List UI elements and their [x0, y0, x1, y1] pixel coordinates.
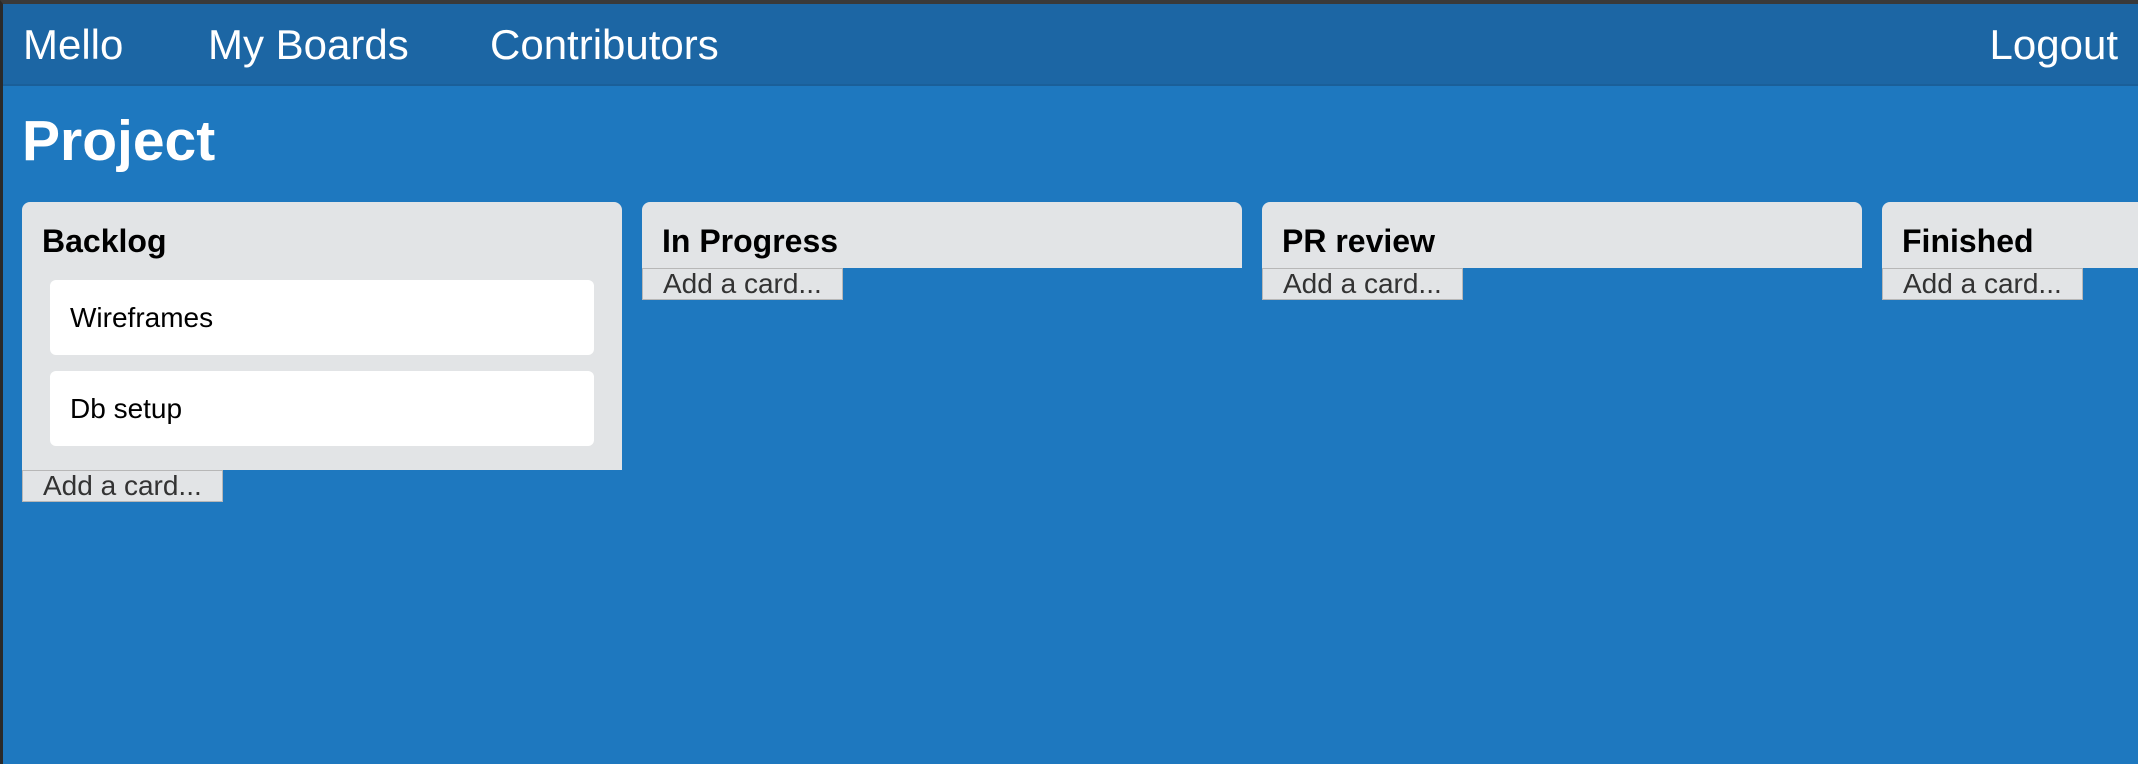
top-navbar: Mello My Boards Contributors Logout	[3, 4, 2138, 86]
card-wireframes[interactable]: Wireframes	[50, 280, 594, 355]
logout-link[interactable]: Logout	[1990, 21, 2118, 69]
add-card-button[interactable]: Add a card...	[1262, 268, 1463, 300]
list-panel: Backlog Wireframes Db setup	[22, 202, 622, 470]
app-window: Mello My Boards Contributors Logout Proj…	[0, 0, 2138, 764]
nav-link-contributors[interactable]: Contributors	[490, 21, 719, 69]
list-panel: Finished	[1882, 202, 2138, 268]
list-in-progress: In Progress Add a card...	[642, 202, 1242, 300]
add-card-button[interactable]: Add a card...	[1882, 268, 2083, 300]
brand-link[interactable]: Mello	[23, 21, 123, 69]
card-db-setup[interactable]: Db setup	[50, 371, 594, 446]
list-panel: PR review	[1262, 202, 1862, 268]
add-card-button[interactable]: Add a card...	[22, 470, 223, 502]
list-backlog: Backlog Wireframes Db setup Add a card..…	[22, 202, 622, 502]
list-title: Backlog	[42, 223, 167, 259]
add-card-button[interactable]: Add a card...	[642, 268, 843, 300]
list-finished: Finished Add a card...	[1882, 202, 2138, 300]
list-title: In Progress	[662, 223, 839, 259]
list-title: PR review	[1282, 223, 1435, 259]
nav-link-my-boards[interactable]: My Boards	[208, 21, 409, 69]
list-pr-review: PR review Add a card...	[1262, 202, 1862, 300]
card-container: Wireframes Db setup	[42, 280, 594, 446]
list-panel: In Progress	[642, 202, 1242, 268]
board-title: Project	[22, 109, 216, 173]
list-title: Finished	[1902, 223, 2034, 259]
